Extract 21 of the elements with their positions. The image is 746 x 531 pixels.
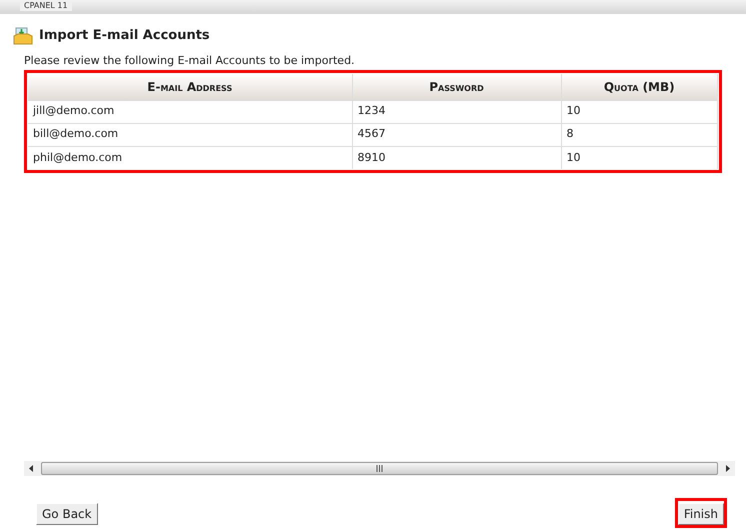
table-cell: 10	[561, 146, 718, 169]
page-title: Import E-mail Accounts	[39, 27, 210, 46]
table-cell: phil@demo.com	[28, 146, 352, 169]
table-cell: 10	[561, 100, 718, 123]
column-header: E-mail Address	[28, 74, 352, 100]
inbox-tray-icon	[13, 26, 33, 46]
column-header: Quota (MB)	[561, 74, 718, 100]
scrollbar-thumb[interactable]	[41, 462, 718, 475]
horizontal-scrollbar[interactable]	[24, 461, 735, 476]
table-cell: jill@demo.com	[28, 100, 352, 123]
table-cell: 1234	[352, 100, 561, 123]
action-button[interactable]: Finish	[678, 503, 724, 525]
header-title: CPANEL 11	[20, 1, 72, 11]
grip-icon	[376, 465, 383, 472]
action-button[interactable]: Go Back	[36, 503, 98, 525]
table-cell: 4567	[352, 123, 561, 146]
column-header: Password	[352, 74, 561, 100]
table-cell: 8	[561, 123, 718, 146]
table-cell: 8910	[352, 146, 561, 169]
page-description: Please review the following E-mail Accounts to be imported.	[23, 53, 356, 68]
table-cell: bill@demo.com	[28, 123, 352, 146]
